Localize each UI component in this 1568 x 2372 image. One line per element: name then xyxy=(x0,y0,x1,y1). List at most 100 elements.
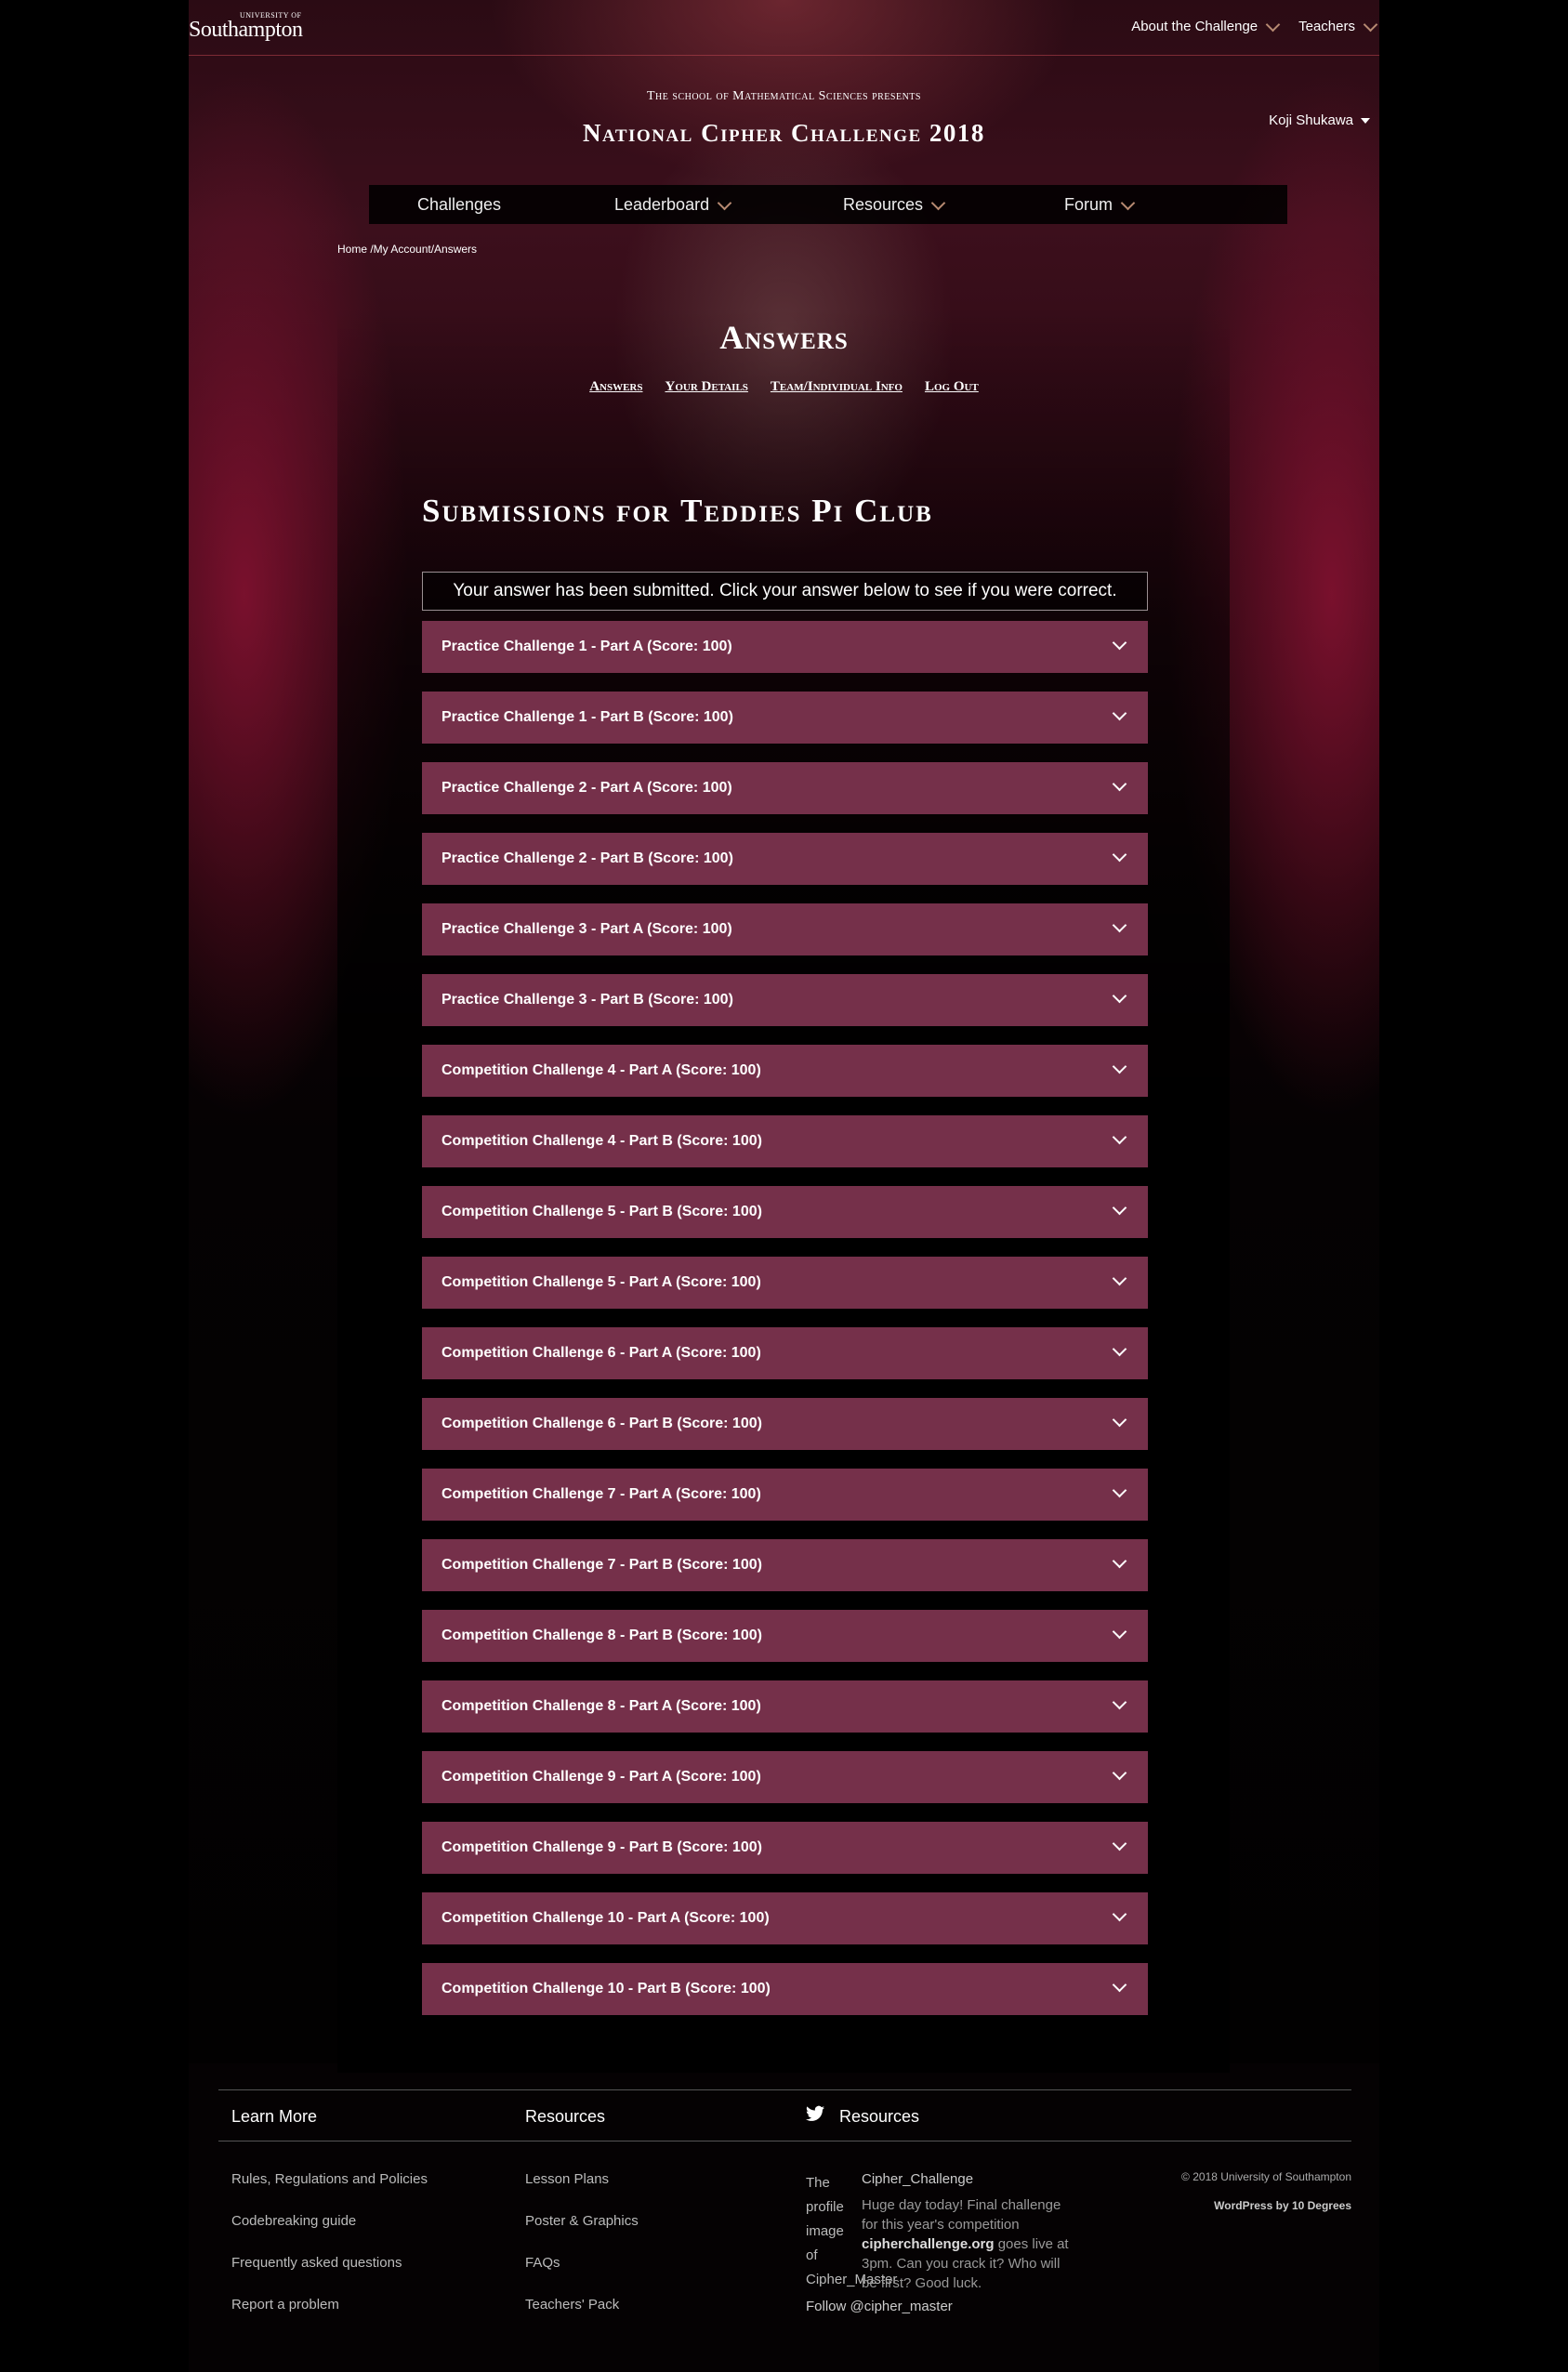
presents-tagline: The school of Mathematical Sciences pres… xyxy=(647,89,921,103)
footer-link-lesson-plans[interactable]: Lesson Plans xyxy=(525,2171,609,2187)
answer-label: Competition Challenge 9 - Part B (Score:… xyxy=(441,1839,762,1855)
twitter-icon[interactable] xyxy=(806,2105,824,2122)
answer-accordion-item[interactable]: Competition Challenge 5 - Part A (Score:… xyxy=(422,1257,1148,1309)
nav-resources-label: Resources xyxy=(843,195,924,214)
chevron-down-icon xyxy=(1113,1556,1126,1569)
answers-list: Practice Challenge 1 - Part A (Score: 10… xyxy=(422,621,1148,2034)
answer-label: Practice Challenge 2 - Part B (Score: 10… xyxy=(441,850,733,866)
top-nav-about[interactable]: About the Challenge xyxy=(1131,19,1282,34)
answer-accordion-item[interactable]: Competition Challenge 6 - Part B (Score:… xyxy=(422,1398,1148,1450)
footer-link-teachers-pack[interactable]: Teachers' Pack xyxy=(525,2297,619,2313)
answer-accordion-item[interactable]: Practice Challenge 3 - Part B (Score: 10… xyxy=(422,974,1148,1026)
footer-link-faqs[interactable]: FAQs xyxy=(525,2255,560,2271)
answer-accordion-item[interactable]: Competition Challenge 6 - Part A (Score:… xyxy=(422,1327,1148,1379)
footer-link-codebreaking[interactable]: Codebreaking guide xyxy=(231,2213,356,2229)
chevron-down-icon xyxy=(1113,991,1126,1004)
subnav-log-out[interactable]: Log Out xyxy=(925,379,979,395)
chevron-down-icon xyxy=(1113,1697,1126,1710)
footer-resources-heading: Resources xyxy=(525,2107,606,2126)
top-nav-about-label: About the Challenge xyxy=(1131,19,1258,34)
chevron-down-icon xyxy=(1113,638,1126,651)
answer-accordion-item[interactable]: Practice Challenge 2 - Part A (Score: 10… xyxy=(422,762,1148,814)
chevron-down-icon xyxy=(717,200,733,211)
answer-label: Competition Challenge 7 - Part A (Score:… xyxy=(441,1486,761,1502)
top-nav-teachers-label: Teachers xyxy=(1298,19,1355,34)
footer-link-report[interactable]: Report a problem xyxy=(231,2297,339,2313)
answer-accordion-item[interactable]: Competition Challenge 10 - Part B (Score… xyxy=(422,1963,1148,2015)
nav-leaderboard[interactable]: Leaderboard xyxy=(614,195,733,215)
chevron-down-icon xyxy=(1113,1273,1126,1286)
answer-accordion-item[interactable]: Competition Challenge 9 - Part A (Score:… xyxy=(422,1751,1148,1803)
nav-resources[interactable]: Resources xyxy=(843,195,947,215)
tweet-link[interactable]: cipherchallenge.org xyxy=(862,2236,995,2252)
chevron-down-icon xyxy=(1113,1132,1126,1145)
footer-learn-more-heading: Learn More xyxy=(231,2107,318,2126)
chevron-down-icon xyxy=(1113,1838,1126,1851)
answer-label: Competition Challenge 10 - Part B (Score… xyxy=(441,1981,771,1996)
nav-leaderboard-label: Leaderboard xyxy=(614,195,710,214)
chevron-down-icon xyxy=(1113,708,1126,721)
user-menu[interactable]: Koji Shukawa xyxy=(1269,112,1370,128)
answer-accordion-item[interactable]: Competition Challenge 7 - Part B (Score:… xyxy=(422,1539,1148,1591)
submission-notice: Your answer has been submitted. Click yo… xyxy=(422,572,1148,611)
subnav-answers[interactable]: Answers xyxy=(589,379,642,395)
answer-label: Practice Challenge 2 - Part A (Score: 10… xyxy=(441,780,732,796)
breadcrumb[interactable]: Home /My Account/Answers xyxy=(337,243,477,256)
answer-accordion-item[interactable]: Competition Challenge 8 - Part A (Score:… xyxy=(422,1680,1148,1733)
answer-accordion-item[interactable]: Practice Challenge 1 - Part A (Score: 10… xyxy=(422,621,1148,673)
caret-down-icon xyxy=(1361,117,1370,124)
footer-twitter-heading: Resources xyxy=(839,2107,920,2126)
chevron-down-icon xyxy=(1113,1980,1126,1993)
chevron-down-icon xyxy=(1113,1768,1126,1781)
tweet-author[interactable]: Cipher_Challenge xyxy=(862,2171,973,2187)
answer-label: Competition Challenge 4 - Part B (Score:… xyxy=(441,1133,762,1149)
chevron-down-icon xyxy=(1113,1485,1126,1498)
site-credit[interactable]: WordPress by 10 Degrees xyxy=(1214,2199,1351,2212)
page-title: Answers xyxy=(719,319,849,356)
answer-label: Competition Challenge 5 - Part A (Score:… xyxy=(441,1274,761,1290)
answer-accordion-item[interactable]: Practice Challenge 3 - Part A (Score: 10… xyxy=(422,903,1148,955)
answer-accordion-item[interactable]: Competition Challenge 7 - Part A (Score:… xyxy=(422,1469,1148,1521)
top-nav: About the Challenge Teachers xyxy=(1131,19,1379,34)
answer-accordion-item[interactable]: Competition Challenge 9 - Part B (Score:… xyxy=(422,1822,1148,1874)
main-nav: Challenges Leaderboard Resources Forum xyxy=(369,185,1287,224)
answer-label: Competition Challenge 9 - Part A (Score:… xyxy=(441,1769,761,1785)
twitter-follow-link[interactable]: Follow @cipher_master xyxy=(806,2299,953,2314)
answer-label: Competition Challenge 7 - Part B (Score:… xyxy=(441,1557,762,1573)
tweet-text: Huge day today! Final challenge for this… xyxy=(862,2195,1075,2293)
footer-link-faq[interactable]: Frequently asked questions xyxy=(231,2255,402,2271)
chevron-down-icon xyxy=(1113,1344,1126,1357)
answer-accordion-item[interactable]: Competition Challenge 4 - Part A (Score:… xyxy=(422,1045,1148,1097)
footer-link-rules[interactable]: Rules, Regulations and Policies xyxy=(231,2171,428,2187)
tweet-text-start: Huge day today! Final challenge for this… xyxy=(862,2197,1061,2233)
answer-label: Competition Challenge 6 - Part B (Score:… xyxy=(441,1416,762,1431)
site-title[interactable]: National Cipher Challenge 2018 xyxy=(189,119,1379,148)
account-subnav: Answers Your Details Team/Individual Inf… xyxy=(189,379,1379,395)
university-logo[interactable]: UNIVERSITY OF Southampton xyxy=(189,11,328,48)
answer-accordion-item[interactable]: Competition Challenge 5 - Part B (Score:… xyxy=(422,1186,1148,1238)
answer-accordion-item[interactable]: Competition Challenge 10 - Part A (Score… xyxy=(422,1892,1148,1944)
footer-divider-top xyxy=(218,2089,1351,2090)
chevron-down-icon xyxy=(1113,1203,1126,1216)
chevron-down-icon xyxy=(1113,1627,1126,1640)
chevron-down-icon xyxy=(1113,1909,1126,1922)
footer-link-posters[interactable]: Poster & Graphics xyxy=(525,2213,639,2229)
answer-accordion-item[interactable]: Competition Challenge 4 - Part B (Score:… xyxy=(422,1115,1148,1167)
chevron-down-icon xyxy=(930,200,947,211)
answer-accordion-item[interactable]: Competition Challenge 8 - Part B (Score:… xyxy=(422,1610,1148,1662)
user-name: Koji Shukawa xyxy=(1269,112,1353,128)
answer-label: Competition Challenge 8 - Part B (Score:… xyxy=(441,1627,762,1643)
logo-text: Southampton xyxy=(189,18,303,42)
chevron-down-icon xyxy=(1113,1061,1126,1074)
tweet-profile-image-alt[interactable]: The profile image of Cipher_Master xyxy=(806,2171,897,2292)
answer-label: Practice Challenge 3 - Part A (Score: 10… xyxy=(441,921,732,937)
answer-label: Competition Challenge 5 - Part B (Score:… xyxy=(441,1204,762,1219)
nav-forum[interactable]: Forum xyxy=(1064,195,1137,215)
nav-challenges[interactable]: Challenges xyxy=(417,195,501,215)
answer-accordion-item[interactable]: Practice Challenge 2 - Part B (Score: 10… xyxy=(422,833,1148,885)
subnav-team-info[interactable]: Team/Individual Info xyxy=(771,379,903,395)
subnav-your-details[interactable]: Your Details xyxy=(665,379,748,395)
answer-accordion-item[interactable]: Practice Challenge 1 - Part B (Score: 10… xyxy=(422,692,1148,744)
answer-label: Competition Challenge 8 - Part A (Score:… xyxy=(441,1698,761,1714)
top-nav-teachers[interactable]: Teachers xyxy=(1298,19,1379,34)
